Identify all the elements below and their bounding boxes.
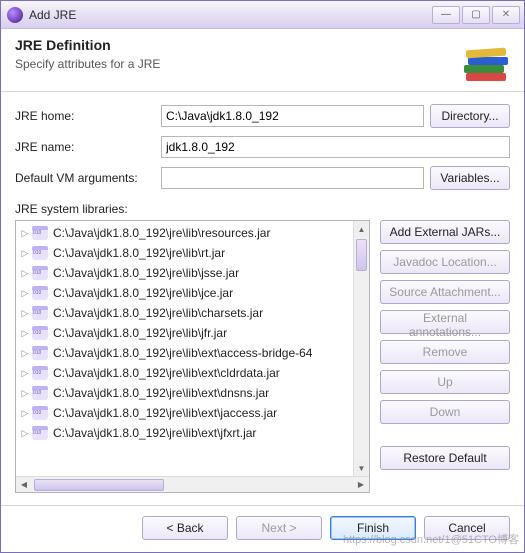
external-annotations-button[interactable]: External annotations... (380, 310, 510, 334)
expand-icon[interactable]: ▷ (20, 328, 30, 338)
back-button[interactable]: < Back (142, 516, 228, 540)
dialog-header: JRE Definition Specify attributes for a … (1, 29, 524, 92)
jar-icon (32, 406, 48, 420)
jar-path: C:\Java\jdk1.8.0_192\jre\lib\jsse.jar (53, 266, 239, 280)
jar-icon (32, 326, 48, 340)
row-vm-args: Default VM arguments: Variables... (15, 166, 510, 190)
maximize-button[interactable]: ▢ (462, 6, 490, 24)
list-item[interactable]: ▷ C:\Java\jdk1.8.0_192\jre\lib\ext\access… (16, 343, 369, 363)
jre-name-label: JRE name: (15, 140, 155, 154)
source-attachment-button[interactable]: Source Attachment... (380, 280, 510, 304)
list-item[interactable]: ▷ C:\Java\jdk1.8.0_192\jre\lib\resources.… (16, 223, 369, 243)
expand-icon[interactable]: ▷ (20, 408, 30, 418)
eclipse-icon (7, 7, 23, 23)
list-item[interactable]: ▷ C:\Java\jdk1.8.0_192\jre\lib\ext\jacces… (16, 403, 369, 423)
jar-path: C:\Java\jdk1.8.0_192\jre\lib\ext\jaccess… (53, 406, 277, 420)
remove-button[interactable]: Remove (380, 340, 510, 364)
close-button[interactable]: ✕ (492, 6, 520, 24)
window-controls: — ▢ ✕ (432, 6, 520, 24)
jar-path: C:\Java\jdk1.8.0_192\jre\lib\ext\access-… (53, 346, 312, 360)
expand-icon[interactable]: ▷ (20, 428, 30, 438)
list-item[interactable]: ▷ C:\Java\jdk1.8.0_192\jre\lib\jfr.jar (16, 323, 369, 343)
jar-path: C:\Java\jdk1.8.0_192\jre\lib\jfr.jar (53, 326, 227, 340)
expand-icon[interactable]: ▷ (20, 228, 30, 238)
vm-args-input[interactable] (161, 167, 424, 189)
page-subtitle: Specify attributes for a JRE (15, 57, 452, 71)
vertical-scrollbar[interactable]: ▲ ▼ (353, 221, 369, 476)
scroll-up-icon[interactable]: ▲ (354, 221, 369, 237)
list-item[interactable]: ▷ C:\Java\jdk1.8.0_192\jre\lib\ext\cldrda… (16, 363, 369, 383)
expand-icon[interactable]: ▷ (20, 288, 30, 298)
jar-icon (32, 246, 48, 260)
restore-default-button[interactable]: Restore Default (380, 446, 510, 470)
jar-path: C:\Java\jdk1.8.0_192\jre\lib\rt.jar (53, 246, 225, 260)
dialog-footer: < Back Next > Finish Cancel (1, 505, 524, 552)
vm-args-label: Default VM arguments: (15, 171, 155, 185)
cancel-button[interactable]: Cancel (424, 516, 510, 540)
window-title: Add JRE (29, 8, 432, 22)
expand-icon[interactable]: ▷ (20, 348, 30, 358)
jre-name-input[interactable] (161, 136, 510, 158)
list-item[interactable]: ▷ C:\Java\jdk1.8.0_192\jre\lib\rt.jar (16, 243, 369, 263)
jar-path: C:\Java\jdk1.8.0_192\jre\lib\ext\jfxrt.j… (53, 426, 256, 440)
list-item[interactable]: ▷ C:\Java\jdk1.8.0_192\jre\lib\jce.jar (16, 283, 369, 303)
jar-path: C:\Java\jdk1.8.0_192\jre\lib\ext\cldrdat… (53, 366, 280, 380)
next-button: Next > (236, 516, 322, 540)
header-text: JRE Definition Specify attributes for a … (15, 37, 452, 71)
scroll-left-icon[interactable]: ◀ (16, 480, 32, 489)
list-item[interactable]: ▷ C:\Java\jdk1.8.0_192\jre\lib\jsse.jar (16, 263, 369, 283)
page-title: JRE Definition (15, 37, 452, 53)
jar-icon (32, 306, 48, 320)
down-button[interactable]: Down (380, 400, 510, 424)
dialog-window: Add JRE — ▢ ✕ JRE Definition Specify att… (0, 0, 525, 553)
expand-icon[interactable]: ▷ (20, 248, 30, 258)
jar-path: C:\Java\jdk1.8.0_192\jre\lib\charsets.ja… (53, 306, 263, 320)
expand-icon[interactable]: ▷ (20, 308, 30, 318)
jar-icon (32, 426, 48, 440)
jar-icon (32, 346, 48, 360)
expand-icon[interactable]: ▷ (20, 388, 30, 398)
row-jre-home: JRE home: Directory... (15, 104, 510, 128)
scroll-right-icon[interactable]: ▶ (353, 480, 369, 489)
system-libs-label: JRE system libraries: (15, 202, 510, 216)
lib-buttons-column: Add External JARs... Javadoc Location...… (380, 220, 510, 493)
jar-path: C:\Java\jdk1.8.0_192\jre\lib\jce.jar (53, 286, 233, 300)
hscroll-thumb[interactable] (34, 479, 164, 491)
titlebar: Add JRE — ▢ ✕ (1, 1, 524, 29)
variables-button[interactable]: Variables... (430, 166, 510, 190)
books-icon (460, 37, 512, 81)
row-jre-name: JRE name: (15, 136, 510, 158)
list-item[interactable]: ▷ C:\Java\jdk1.8.0_192\jre\lib\ext\dnsns.… (16, 383, 369, 403)
system-libs-area: ▷ C:\Java\jdk1.8.0_192\jre\lib\resources.… (15, 220, 510, 493)
system-libs-list[interactable]: ▷ C:\Java\jdk1.8.0_192\jre\lib\resources.… (15, 220, 370, 493)
add-external-jars-button[interactable]: Add External JARs... (380, 220, 510, 244)
horizontal-scrollbar[interactable]: ◀ ▶ (16, 476, 369, 492)
finish-button[interactable]: Finish (330, 516, 416, 540)
jar-icon (32, 266, 48, 280)
expand-icon[interactable]: ▷ (20, 368, 30, 378)
list-viewport: ▷ C:\Java\jdk1.8.0_192\jre\lib\resources.… (16, 221, 369, 476)
javadoc-location-button[interactable]: Javadoc Location... (380, 250, 510, 274)
minimize-button[interactable]: — (432, 6, 460, 24)
list-item[interactable]: ▷ C:\Java\jdk1.8.0_192\jre\lib\ext\jfxrt.… (16, 423, 369, 443)
jar-icon (32, 226, 48, 240)
directory-button[interactable]: Directory... (430, 104, 510, 128)
jar-icon (32, 386, 48, 400)
jre-home-input[interactable] (161, 105, 424, 127)
jar-icon (32, 366, 48, 380)
jar-path: C:\Java\jdk1.8.0_192\jre\lib\resources.j… (53, 226, 270, 240)
dialog-body: JRE home: Directory... JRE name: Default… (1, 92, 524, 505)
jre-home-label: JRE home: (15, 109, 155, 123)
scroll-thumb[interactable] (356, 239, 367, 271)
up-button[interactable]: Up (380, 370, 510, 394)
list-item[interactable]: ▷ C:\Java\jdk1.8.0_192\jre\lib\charsets.j… (16, 303, 369, 323)
jar-path: C:\Java\jdk1.8.0_192\jre\lib\ext\dnsns.j… (53, 386, 269, 400)
scroll-down-icon[interactable]: ▼ (354, 460, 369, 476)
jar-icon (32, 286, 48, 300)
expand-icon[interactable]: ▷ (20, 268, 30, 278)
